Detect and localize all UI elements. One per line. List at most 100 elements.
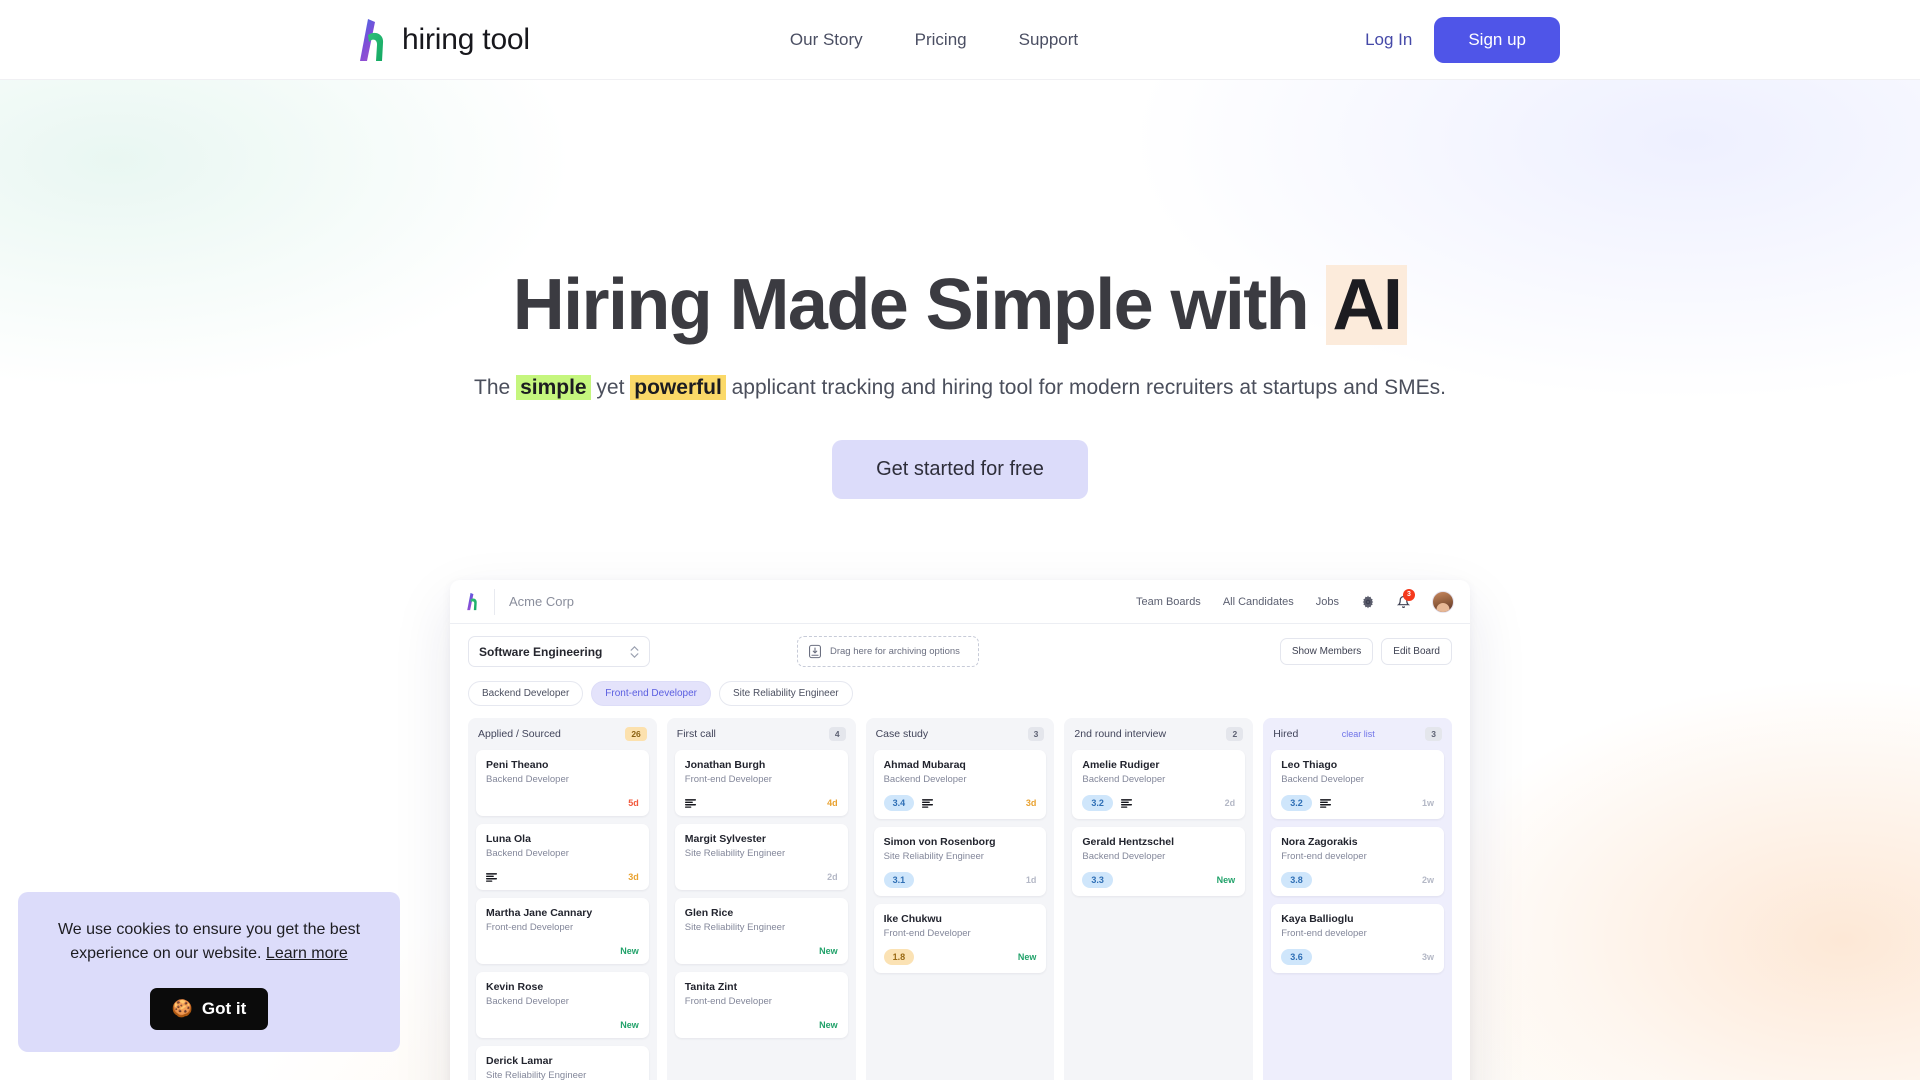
column-header: Applied / Sourced 26 (468, 718, 657, 750)
candidate-card[interactable]: Gerald Hentzschel Backend Developer 3.3 New (1072, 827, 1246, 896)
notification-badge: 3 (1403, 588, 1415, 601)
candidate-card[interactable]: Ahmad Mubaraq Backend Developer 3.4 3d (873, 750, 1047, 819)
chip-site-reliability-engineer[interactable]: Site Reliability Engineer (719, 681, 853, 706)
candidate-role: Site Reliability Engineer (684, 848, 786, 859)
bell-icon[interactable]: 3 (1397, 588, 1415, 609)
candidate-card[interactable]: Jonathan Burgh Front-end Developer 4d (674, 750, 848, 816)
clear-list-link[interactable]: clear list (1342, 729, 1375, 739)
headline-highlight-ai: AI (1326, 265, 1408, 345)
candidate-card[interactable]: Simon von Rosenborg Site Reliability Engi… (873, 827, 1047, 896)
chip-backend-developer[interactable]: Backend Developer (468, 681, 584, 706)
org-name: Acme Corp (509, 594, 575, 609)
board-actions: Show Members Edit Board (1279, 638, 1452, 665)
candidate-card[interactable]: Nora Zagorakis Front-end developer 3.8 2w (1271, 827, 1444, 896)
column-cards: Jonathan Burgh Front-end Developer 4d Margi… (666, 750, 856, 1080)
notes-icon (1120, 798, 1132, 808)
app-nav-jobs[interactable]: Jobs (1316, 596, 1339, 608)
nav-link-pricing[interactable]: Pricing (915, 30, 967, 50)
candidate-name: Tanita Zint (684, 981, 738, 993)
nav-link-support[interactable]: Support (1019, 30, 1079, 50)
cookie-accept-label: Got it (201, 999, 247, 1018)
candidate-name: Peni Theano (486, 759, 549, 771)
hero-section: Hiring Made Simple with AI The simple ye… (0, 80, 1920, 1080)
candidate-role: Site Reliability Engineer (486, 1070, 587, 1080)
candidate-name: Martha Jane Cannary (486, 907, 593, 919)
candidate-card[interactable]: Kevin Rose Backend Developer New (476, 972, 649, 1038)
archive-drop-zone[interactable]: Drag here for archiving options (797, 636, 979, 667)
avatar[interactable] (1432, 590, 1454, 613)
candidate-score-badge: 3.3 (1082, 872, 1113, 888)
card-footer: New (486, 1010, 639, 1030)
candidate-card[interactable]: Ike Chukwu Front-end Developer 1.8 New (873, 904, 1047, 973)
column-count-badge: 3 (1027, 727, 1045, 741)
candidate-score-badge: 3.1 (883, 872, 915, 888)
card-time-badge: 2d (1224, 798, 1236, 808)
candidate-card[interactable]: Tanita Zint Front-end Developer New (674, 972, 848, 1038)
card-time-badge: 4d (827, 798, 838, 808)
chevron-updown-icon (630, 645, 639, 658)
get-started-button[interactable]: Get started for free (832, 439, 1088, 499)
candidate-role: Site Reliability Engineer (883, 851, 984, 862)
candidate-name: Leo Thiago (1281, 759, 1338, 771)
board-select[interactable]: Software Engineering (468, 636, 650, 667)
card-time-badge: New (620, 1020, 639, 1030)
card-time-badge: 2w (1421, 875, 1434, 885)
gear-icon[interactable] (1361, 595, 1375, 609)
column-cards: Amelie Rudiger Backend Developer 3.2 2d Gera… (1064, 750, 1254, 1080)
candidate-role: Backend Developer (883, 774, 967, 785)
candidate-role: Backend Developer (1281, 774, 1365, 785)
app-nav-all-candidates[interactable]: All Candidates (1223, 596, 1294, 608)
column-title: Applied / Sourced (478, 728, 561, 740)
kanban-column: Applied / Sourced 26 Peni Theano Backend De… (468, 718, 657, 1080)
candidate-score-badge: 1.8 (883, 949, 915, 965)
candidate-card[interactable]: Amelie Rudiger Backend Developer 3.2 2d (1072, 750, 1246, 819)
candidate-score-badge: 3.8 (1281, 872, 1312, 888)
candidate-card[interactable]: Leo Thiago Backend Developer 3.2 1w (1271, 750, 1444, 819)
candidate-card[interactable]: Glen Rice Site Reliability Engineer New (674, 898, 848, 964)
chip-front-end-developer[interactable]: Front-end Developer (591, 681, 711, 706)
candidate-role: Backend Developer (1082, 774, 1166, 785)
column-header: Case study 3 (865, 718, 1055, 750)
subtitle-part-b: yet (590, 375, 631, 399)
candidate-card[interactable]: Derick Lamar Site Reliability Engineer (476, 1046, 649, 1080)
card-time-badge: New (1216, 875, 1236, 885)
candidate-card[interactable]: Peni Theano Backend Developer 5d (476, 750, 649, 816)
signup-button[interactable]: Sign up (1434, 16, 1560, 63)
card-time-badge: 3d (628, 872, 639, 882)
kanban-column: Case study 3 Ahmad Mubaraq Backend Develope… (865, 718, 1055, 1080)
column-header: Hired clear list 3 (1263, 718, 1452, 750)
cookie-learn-more-link[interactable]: Learn more (266, 945, 348, 962)
candidate-name: Derick Lamar (486, 1055, 553, 1067)
app-nav-team-boards[interactable]: Team Boards (1136, 596, 1201, 608)
card-time-badge: 5d (628, 798, 639, 808)
edit-board-button[interactable]: Edit Board (1381, 638, 1452, 665)
column-title: Hired (1273, 728, 1299, 740)
app-preview-window: Acme Corp Team Boards All Candidates Job… (450, 580, 1470, 1080)
login-link[interactable]: Log In (1365, 30, 1412, 50)
notes-icon (486, 872, 497, 882)
header-divider (494, 588, 495, 615)
column-count-badge: 4 (828, 727, 846, 741)
card-time-badge: 1d (1025, 875, 1037, 885)
card-footer: 3.6 3w (1281, 939, 1434, 965)
candidate-card[interactable]: Luna Ola Backend Developer 3d (476, 824, 649, 890)
cookie-accept-button[interactable]: 🍪 Got it (149, 988, 269, 1030)
card-footer: 2d (685, 862, 838, 882)
candidate-card[interactable]: Kaya Ballioglu Front-end developer 3.6 3w (1271, 904, 1444, 973)
card-time-badge: New (819, 946, 838, 956)
kanban-column: Hired clear list 3 Leo Thiago Backend Develo… (1263, 718, 1452, 1080)
candidate-role: Backend Developer (486, 848, 569, 859)
candidate-card[interactable]: Martha Jane Cannary Front-end Developer Ne… (476, 898, 649, 964)
app-header: Acme Corp Team Boards All Candidates Job… (450, 580, 1470, 624)
page-title: Hiring Made Simple with AI (0, 265, 1920, 345)
column-count-badge: 26 (625, 727, 647, 741)
brand-logo[interactable]: hiring tool (357, 18, 530, 62)
subtitle-highlight-simple: simple (516, 374, 591, 400)
card-footer: 3.3 New (1082, 862, 1235, 888)
candidate-role: Front-end Developer (486, 922, 574, 933)
card-footer: 3.8 2w (1281, 862, 1434, 888)
column-count-badge: 3 (1425, 727, 1442, 741)
nav-link-our-story[interactable]: Our Story (790, 30, 863, 50)
candidate-card[interactable]: Margit Sylvester Site Reliability Enginee… (674, 824, 848, 890)
show-members-button[interactable]: Show Members (1279, 638, 1374, 665)
